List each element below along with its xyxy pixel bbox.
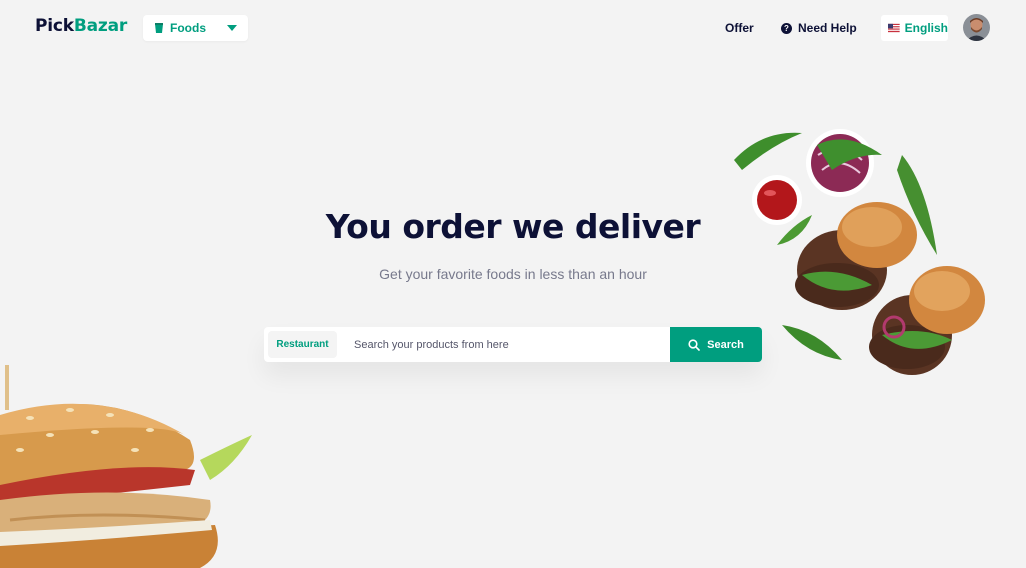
logo[interactable]: PickBazar (35, 16, 127, 36)
search-category-button[interactable]: Restaurant (268, 331, 337, 358)
logo-pick: Pick (35, 16, 74, 36)
language-switcher[interactable]: English (881, 15, 948, 41)
nav-need-help-link[interactable]: ? Need Help (781, 21, 857, 35)
need-help-label: Need Help (798, 21, 857, 35)
category-select-label: Foods (170, 21, 206, 35)
cup-icon (155, 23, 163, 33)
chevron-down-icon (227, 25, 237, 31)
language-label: English (904, 21, 948, 35)
us-flag-icon (888, 23, 900, 33)
category-select[interactable]: Foods (143, 15, 248, 41)
search-bar: Restaurant Search (264, 327, 762, 362)
search-icon (688, 338, 700, 351)
search-input[interactable] (354, 335, 664, 355)
top-header: PickBazar Foods Offer ? Need Help Englis… (0, 0, 1026, 56)
question-circle-icon: ? (781, 22, 792, 34)
nav-offer-link[interactable]: Offer (725, 21, 754, 35)
user-avatar[interactable] (963, 14, 990, 41)
burgers-illustration (734, 129, 985, 375)
avatar-image (963, 14, 990, 41)
logo-bazar: Bazar (73, 16, 128, 36)
chicken-burger-illustration (0, 365, 252, 568)
